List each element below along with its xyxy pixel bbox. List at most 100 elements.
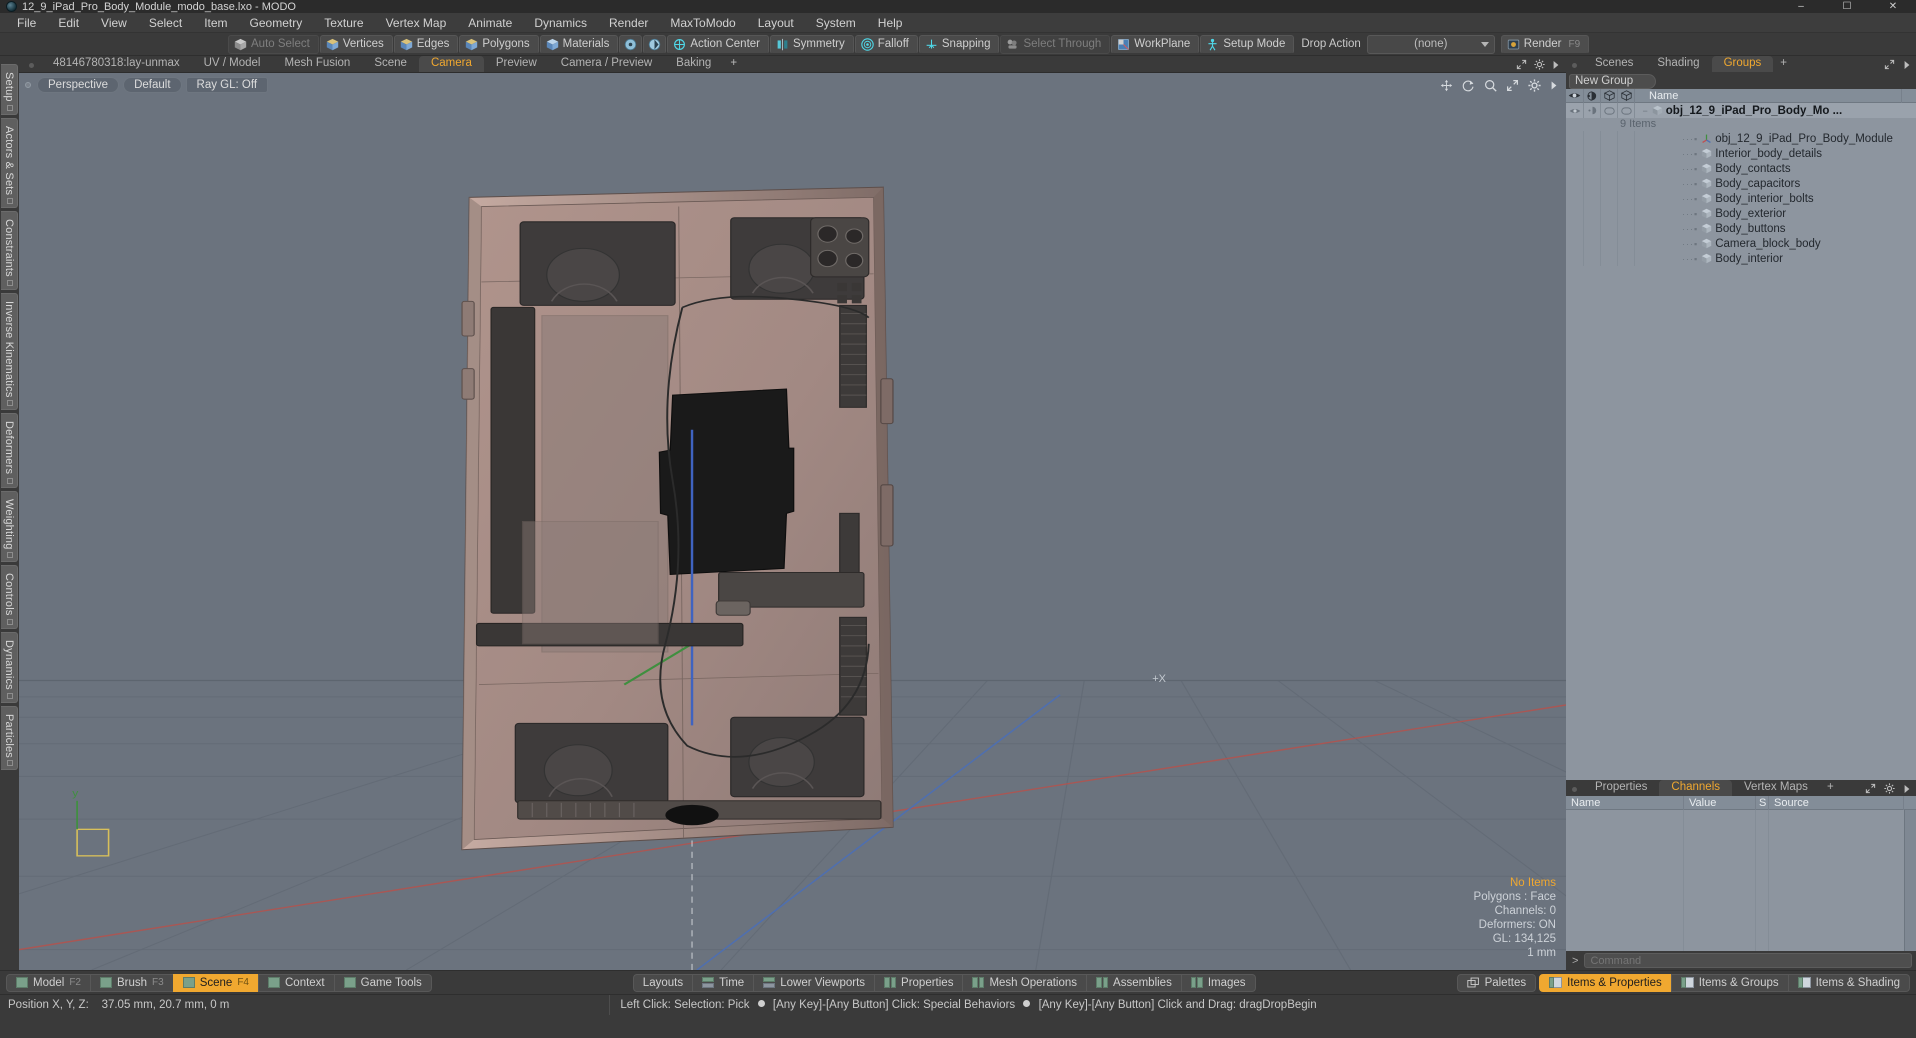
mesh-operations-button[interactable]: Mesh Operations: [962, 973, 1088, 992]
row-name-cell[interactable]: ···▪ Body_interior_bolts: [1635, 191, 1916, 206]
viewport-grip-dot-icon[interactable]: [25, 82, 31, 88]
table-row[interactable]: ···▪ Body_capacitors: [1566, 176, 1916, 191]
dock-tab-groups[interactable]: Groups: [1711, 56, 1774, 72]
3d-viewport[interactable]: y Perspective Default Ray GL: Off +X No …: [19, 72, 1566, 970]
viewport-tab-preview[interactable]: Preview: [484, 56, 549, 72]
dock-tab-add[interactable]: +: [1820, 780, 1841, 796]
select-center-button[interactable]: [619, 34, 643, 54]
render-button[interactable]: Render F9: [1500, 34, 1590, 54]
setup-mode-button[interactable]: Setup Mode: [1200, 34, 1295, 54]
dock-tab-add[interactable]: +: [1773, 56, 1794, 72]
gear-icon[interactable]: [1528, 79, 1541, 92]
table-row[interactable]: ···▪ Body_contacts: [1566, 161, 1916, 176]
item-tree-body[interactable]: − obj_12_9_iPad_Pro_Body_Mo ... 9 Items: [1566, 103, 1916, 780]
mode-button-game-tools[interactable]: Game Tools: [333, 973, 432, 992]
table-row[interactable]: ···▪ Body_interior_bolts: [1566, 191, 1916, 206]
menu-item-view[interactable]: View: [90, 13, 138, 33]
dock-grip-dot-icon[interactable]: [1572, 63, 1577, 68]
sidebar-tab-dynamics[interactable]: Dynamics: [1, 631, 18, 703]
channels-scrollbar[interactable]: [1904, 810, 1916, 951]
mode-button-scene[interactable]: Scene F4: [172, 973, 259, 992]
mode-button-context[interactable]: Context: [258, 973, 335, 992]
visibility-eye-column-header[interactable]: [1566, 88, 1584, 103]
dock-grip-dot-icon[interactable]: [1572, 787, 1577, 792]
menu-item-maxtomodo[interactable]: MaxToModo: [659, 13, 746, 33]
table-row[interactable]: ···▪ Interior_body_details: [1566, 146, 1916, 161]
close-button[interactable]: ✕: [1870, 0, 1916, 13]
tab-grip-dot-icon[interactable]: [29, 63, 34, 68]
workspace-items-and-groups[interactable]: Items & Groups: [1670, 973, 1789, 992]
dock-tab-shading[interactable]: Shading: [1645, 56, 1711, 72]
expand-arrows-icon[interactable]: [1884, 59, 1895, 70]
name-column-header[interactable]: Name: [1635, 88, 1902, 103]
channels-col-value[interactable]: Value: [1684, 795, 1756, 810]
gear-icon[interactable]: [1534, 59, 1545, 70]
table-row[interactable]: ···▪ Camera_block_body: [1566, 236, 1916, 251]
row-name-cell[interactable]: ···▪ Body_contacts: [1635, 161, 1916, 176]
materials-button[interactable]: Materials: [539, 34, 619, 54]
shading-column-header[interactable]: [1584, 88, 1601, 103]
polygons-button[interactable]: Polygons: [459, 34, 539, 54]
drop-action-select[interactable]: (none): [1366, 34, 1495, 54]
row-name-cell[interactable]: ···▪ Body_interior: [1635, 251, 1916, 266]
expand-arrows-icon[interactable]: [1865, 783, 1876, 794]
assemblies-button[interactable]: Assemblies: [1086, 973, 1182, 992]
row-name-cell[interactable]: ···▪ Body_buttons: [1635, 221, 1916, 236]
tree-expander-icon[interactable]: −: [1639, 106, 1649, 116]
menu-item-file[interactable]: File: [6, 13, 47, 33]
sidebar-tab-constraints[interactable]: Constraints: [1, 210, 18, 290]
row-name-cell[interactable]: ···▪ Body_exterior: [1635, 206, 1916, 221]
workspace-items-and-shading[interactable]: Items & Shading: [1787, 973, 1910, 992]
viewport-tab-baking[interactable]: Baking: [664, 56, 723, 72]
viewport-projection-button[interactable]: Perspective: [37, 77, 120, 93]
sidebar-tab-inverse-kinematics[interactable]: Inverse Kinematics: [1, 292, 18, 411]
menu-item-texture[interactable]: Texture: [313, 13, 374, 33]
menu-item-item[interactable]: Item: [193, 13, 238, 33]
channels-col-name[interactable]: Name: [1566, 795, 1684, 810]
lower-viewports-button[interactable]: Lower Viewports: [753, 973, 876, 992]
minimize-button[interactable]: –: [1778, 0, 1824, 13]
menu-item-layout[interactable]: Layout: [747, 13, 805, 33]
pan-icon[interactable]: [1440, 79, 1453, 92]
chevron-right-icon[interactable]: [1552, 60, 1560, 70]
row-wire-toggle-1[interactable]: [1601, 103, 1618, 118]
auto-select-button[interactable]: Auto Select: [228, 34, 319, 54]
select-pivot-button[interactable]: [643, 34, 667, 54]
action-center-button[interactable]: Action Center: [667, 34, 770, 54]
vertices-button[interactable]: Vertices: [319, 34, 393, 54]
maximize-button[interactable]: ☐: [1824, 0, 1870, 13]
table-row[interactable]: ···▪ Body_exterior: [1566, 206, 1916, 221]
row-visibility-toggle[interactable]: [1566, 103, 1584, 118]
viewport-tab-add[interactable]: +: [723, 56, 744, 72]
sidebar-tab-actors-and-sets[interactable]: Actors & Sets: [1, 117, 18, 208]
mode-button-brush[interactable]: Brush F3: [90, 973, 174, 992]
viewport-shading-button[interactable]: Default: [123, 77, 182, 93]
expand-arrows-icon[interactable]: [1516, 59, 1527, 70]
viewport-tab-camera[interactable]: Camera: [418, 56, 484, 72]
menu-item-vertex-map[interactable]: Vertex Map: [375, 13, 458, 33]
sidebar-tab-deformers[interactable]: Deformers: [1, 413, 18, 488]
channels-col-s[interactable]: S: [1756, 795, 1769, 810]
dock-tab-properties[interactable]: Properties: [1583, 780, 1659, 796]
properties-panel-button[interactable]: Properties: [874, 973, 964, 992]
palettes-button[interactable]: Palettes: [1456, 973, 1537, 992]
workplane-button[interactable]: WorkPlane: [1111, 34, 1200, 54]
chevron-right-icon[interactable]: [1550, 80, 1558, 91]
row-shading-toggle[interactable]: [1584, 103, 1601, 118]
select-through-button[interactable]: Select Through: [1000, 34, 1111, 54]
command-input[interactable]: [1584, 953, 1912, 968]
sidebar-tab-weighting[interactable]: Weighting: [1, 490, 18, 563]
snapping-button[interactable]: Snapping: [918, 34, 1000, 54]
wireframe-column-header-2[interactable]: [1618, 88, 1635, 103]
row-name-cell[interactable]: ···▪ Body_capacitors: [1635, 176, 1916, 191]
table-row[interactable]: ···▪ Body_buttons: [1566, 221, 1916, 236]
menu-item-dynamics[interactable]: Dynamics: [523, 13, 598, 33]
symmetry-button[interactable]: Symmetry: [770, 34, 854, 54]
row-name-cell[interactable]: ···▪ obj_12_9_iPad_Pro_Body_Module: [1635, 131, 1916, 146]
wireframe-column-header-1[interactable]: [1601, 88, 1618, 103]
viewport-tab-camera-preview[interactable]: Camera / Preview: [549, 56, 664, 72]
sidebar-tab-controls[interactable]: Controls: [1, 565, 18, 629]
row-name-cell[interactable]: ···▪ Camera_block_body: [1635, 236, 1916, 251]
menu-item-system[interactable]: System: [805, 13, 867, 33]
time-panel-button[interactable]: Time: [692, 973, 755, 992]
